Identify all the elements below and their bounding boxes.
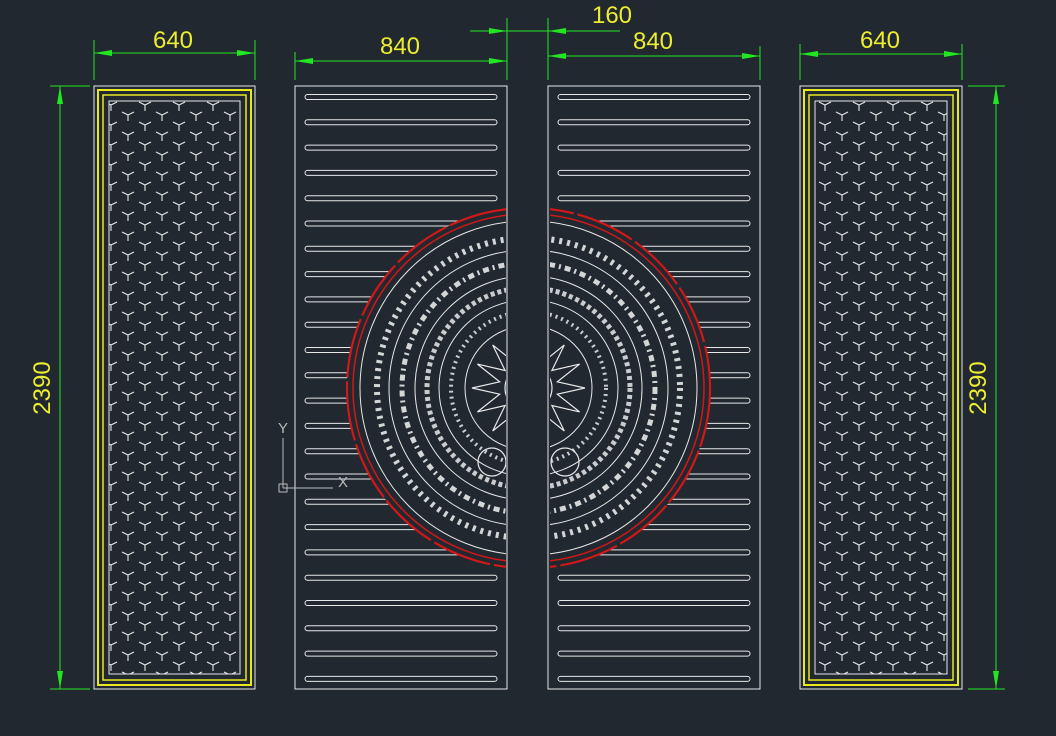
ucs-x-label: X: [338, 474, 348, 491]
left-panel-lattice: [109, 101, 240, 674]
door-slat: [304, 144, 498, 151]
door-slat: [304, 650, 498, 657]
door-slat: [557, 195, 751, 202]
door-slat: [304, 94, 498, 100]
door-slat: [557, 119, 751, 126]
door-slat: [304, 119, 498, 126]
door-slat: [557, 144, 751, 151]
door-slat: [557, 650, 751, 657]
door-slat: [557, 625, 751, 632]
dim-right-height: 2390: [965, 361, 992, 414]
door-slat: [304, 195, 498, 202]
right-panel-lattice: [815, 101, 947, 674]
dim-left-panel-width: 640: [153, 27, 193, 54]
door-slat: [557, 574, 751, 581]
left-lattice-panel: [93, 85, 256, 690]
door-slat: [557, 169, 751, 176]
dim-right-panel-width: 640: [860, 27, 900, 54]
dim-left-door-width: 840: [380, 33, 420, 60]
door-slat: [304, 625, 498, 632]
ucs-icon: Y X: [278, 420, 348, 493]
door-slat: [557, 94, 751, 100]
dim-gap-width: 160: [592, 2, 632, 29]
medallion-center: [550, 377, 553, 399]
door-slat: [304, 574, 498, 581]
door-slat: [304, 169, 498, 176]
cad-drawing-canvas: Y X 640 840 160 840 640 2390 2390: [29, 2, 1005, 690]
medallion-center: [504, 379, 506, 397]
door-slat: [304, 600, 498, 606]
dim-left-height: 2390: [29, 361, 56, 414]
right-lattice-panel: [799, 85, 963, 690]
door-slat: [557, 675, 751, 682]
ucs-y-label: Y: [278, 420, 288, 437]
door-slat: [304, 675, 498, 682]
door-slat: [557, 600, 751, 606]
dim-right-door-width: 840: [633, 28, 673, 55]
